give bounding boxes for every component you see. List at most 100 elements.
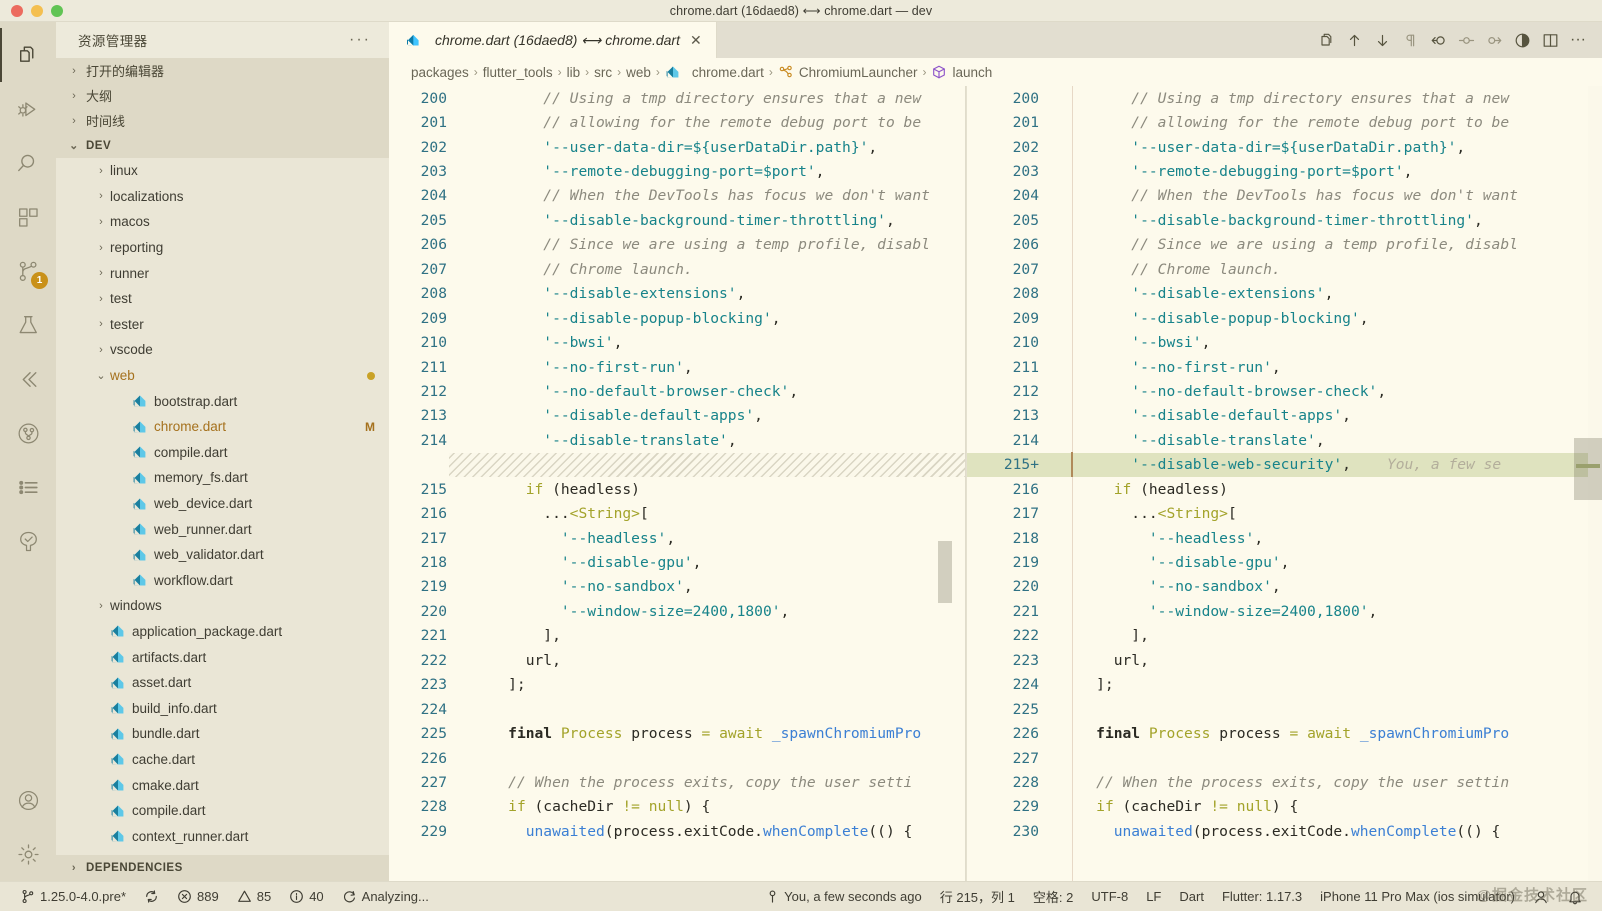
- tree-file-row[interactable]: bundle.dart: [56, 721, 389, 747]
- tree-folder-row[interactable]: › linux: [56, 158, 389, 184]
- code-line[interactable]: 228 // When the process exits, copy the …: [967, 770, 1602, 794]
- code-line[interactable]: 208 '--disable-extensions',: [389, 282, 966, 306]
- tree-folder-row[interactable]: › vscode: [56, 337, 389, 363]
- tree-folder-row[interactable]: › reporting: [56, 235, 389, 261]
- code-line[interactable]: 203 '--remote-debugging-port=$port',: [389, 159, 966, 183]
- code-line[interactable]: 230 unawaited(process.exitCode.whenCompl…: [967, 819, 1602, 843]
- tree-file-row[interactable]: build_info.dart: [56, 695, 389, 721]
- tree-file-row[interactable]: asset.dart: [56, 670, 389, 696]
- code-line[interactable]: 226: [389, 746, 966, 770]
- breadcrumb-item[interactable]: src: [594, 65, 612, 80]
- code-line[interactable]: 204 // When the DevTools has focus we do…: [967, 184, 1602, 208]
- code-line[interactable]: 212 '--no-default-browser-check',: [967, 379, 1602, 403]
- code-line[interactable]: 216 if (headless): [967, 477, 1602, 501]
- status-bar-item-eol[interactable]: LF: [1137, 889, 1170, 904]
- circle-arrow-right-icon[interactable]: [1480, 25, 1508, 55]
- code-line[interactable]: 203 '--remote-debugging-port=$port',: [967, 159, 1602, 183]
- more-actions-icon[interactable]: ···: [1564, 25, 1592, 55]
- pilcrow-whitespace-icon[interactable]: [1396, 25, 1424, 55]
- code-line[interactable]: 210 '--bwsi',: [389, 330, 966, 354]
- tree-file-row[interactable]: workflow.dart: [56, 568, 389, 594]
- tree-file-row[interactable]: cmake.dart: [56, 772, 389, 798]
- activity-bar-item-chevron-collapse[interactable]: [0, 352, 56, 406]
- code-line[interactable]: 228 if (cacheDir != null) {: [389, 795, 966, 819]
- code-line[interactable]: 229 unawaited(process.exitCode.whenCompl…: [389, 819, 966, 843]
- status-bar-item-flutter-version[interactable]: Flutter: 1.17.3: [1213, 889, 1311, 904]
- code-line[interactable]: 215+ '--disable-web-security', You, a few…: [967, 452, 1602, 477]
- tree-file-row[interactable]: web_runner.dart: [56, 516, 389, 542]
- status-bar-item-infos[interactable]: 40: [280, 889, 332, 904]
- code-line[interactable]: 229 if (cacheDir != null) {: [967, 795, 1602, 819]
- sidebar-section-3[interactable]: ⌄ DEV: [56, 133, 389, 158]
- code-line[interactable]: 207 // Chrome launch.: [389, 257, 966, 281]
- diff-pane-original[interactable]: 200 // Using a tmp directory ensures tha…: [389, 86, 966, 881]
- status-bar-item-sync[interactable]: [135, 889, 168, 904]
- tree-file-row[interactable]: compile.dart: [56, 440, 389, 466]
- breadcrumb-item[interactable]: chrome.dart: [665, 64, 764, 80]
- code-line[interactable]: 206 // Since we are using a temp profile…: [967, 233, 1602, 257]
- breadcrumb-item[interactable]: flutter_tools: [483, 65, 553, 80]
- breadcrumb-item[interactable]: web: [626, 65, 651, 80]
- code-line[interactable]: 205 '--disable-background-timer-throttli…: [967, 208, 1602, 232]
- breadcrumb-item[interactable]: launch: [931, 64, 992, 80]
- editor-tab-chrome-dart-diff[interactable]: chrome.dart (16daed8) ⟷ chrome.dart ✕: [389, 22, 717, 58]
- tree-file-row[interactable]: memory_fs.dart: [56, 465, 389, 491]
- code-line[interactable]: 202 '--user-data-dir=${userDataDir.path}…: [967, 135, 1602, 159]
- diff-pane-modified[interactable]: 200 // Using a tmp directory ensures tha…: [967, 86, 1602, 881]
- tree-file-row[interactable]: chrome.dart M: [56, 414, 389, 440]
- code-line[interactable]: 224 ];: [967, 673, 1602, 697]
- status-bar-item-cursor-position[interactable]: 行 215，列 1: [931, 887, 1024, 906]
- original-pane-scrollbar[interactable]: [938, 541, 952, 603]
- status-bar-item-indentation[interactable]: 空格: 2: [1024, 887, 1082, 906]
- code-line[interactable]: 220 '--no-sandbox',: [967, 575, 1602, 599]
- code-line[interactable]: 225 final Process process = await _spawn…: [389, 721, 966, 745]
- activity-bar-item-extensions[interactable]: [0, 190, 56, 244]
- code-line[interactable]: 218 '--disable-gpu',: [389, 550, 966, 574]
- code-line[interactable]: 224: [389, 697, 966, 721]
- code-line[interactable]: 204 // When the DevTools has focus we do…: [389, 184, 966, 208]
- tree-file-row[interactable]: bootstrap.dart: [56, 388, 389, 414]
- activity-bar-item-source-control[interactable]: 1: [0, 244, 56, 298]
- code-line[interactable]: 201 // allowing for the remote debug por…: [389, 110, 966, 134]
- status-bar-item-notifications[interactable]: [1558, 889, 1592, 905]
- code-line[interactable]: 223 url,: [967, 648, 1602, 672]
- code-line[interactable]: 222 url,: [389, 648, 966, 672]
- breadcrumb-item[interactable]: lib: [567, 65, 581, 80]
- code-line[interactable]: 206 // Since we are using a temp profile…: [389, 233, 966, 257]
- activity-bar-item-list-outline[interactable]: [0, 460, 56, 514]
- status-bar-item-errors[interactable]: 889: [168, 889, 228, 904]
- tree-file-row[interactable]: compile.dart: [56, 798, 389, 824]
- status-bar-item-branch[interactable]: 1.25.0-4.0.pre*: [12, 889, 135, 904]
- breadcrumb-item[interactable]: ChromiumLauncher: [778, 64, 917, 80]
- code-line[interactable]: 216 ...<String>[: [389, 501, 966, 525]
- status-bar-item-device-selector[interactable]: iPhone 11 Pro Max (ios simulator): [1311, 889, 1524, 904]
- code-line[interactable]: 200 // Using a tmp directory ensures tha…: [967, 86, 1602, 110]
- circle-dash-icon[interactable]: [1452, 25, 1480, 55]
- status-bar-item-account[interactable]: [1524, 889, 1558, 905]
- code-line[interactable]: 210 '--bwsi',: [967, 330, 1602, 354]
- code-line[interactable]: 227 // When the process exits, copy the …: [389, 770, 966, 794]
- activity-bar-item-account[interactable]: [0, 773, 56, 827]
- code-line[interactable]: 211 '--no-first-run',: [389, 355, 966, 379]
- code-line[interactable]: 218 '--headless',: [967, 526, 1602, 550]
- tree-file-row[interactable]: web_validator.dart: [56, 542, 389, 568]
- arrow-up-icon[interactable]: [1340, 25, 1368, 55]
- code-line[interactable]: 217 '--headless',: [389, 526, 966, 550]
- status-bar-item-language-mode[interactable]: Dart: [1170, 889, 1213, 904]
- status-bar-item-git-blame[interactable]: You, a few seconds ago: [757, 889, 931, 904]
- toggle-inline-view-icon[interactable]: [1508, 25, 1536, 55]
- code-line[interactable]: 225: [967, 697, 1602, 721]
- code-line[interactable]: 213 '--disable-default-apps',: [389, 404, 966, 428]
- breadcrumb-item[interactable]: packages: [411, 65, 469, 80]
- sidebar-section-2[interactable]: › 时间线: [56, 108, 389, 133]
- sidebar-section-1[interactable]: › 大纲: [56, 83, 389, 108]
- tree-folder-row[interactable]: ⌄ web: [56, 363, 389, 389]
- activity-bar-item-explorer[interactable]: [0, 28, 56, 82]
- code-line[interactable]: 200 // Using a tmp directory ensures tha…: [389, 86, 966, 110]
- code-line[interactable]: 202 '--user-data-dir=${userDataDir.path}…: [389, 135, 966, 159]
- sidebar-section-0[interactable]: › 打开的编辑器: [56, 58, 389, 83]
- activity-bar-item-tree-check[interactable]: [0, 514, 56, 568]
- tree-file-row[interactable]: web_device.dart: [56, 491, 389, 517]
- code-line[interactable]: 205 '--disable-background-timer-throttli…: [389, 208, 966, 232]
- activity-bar-item-search[interactable]: [0, 136, 56, 190]
